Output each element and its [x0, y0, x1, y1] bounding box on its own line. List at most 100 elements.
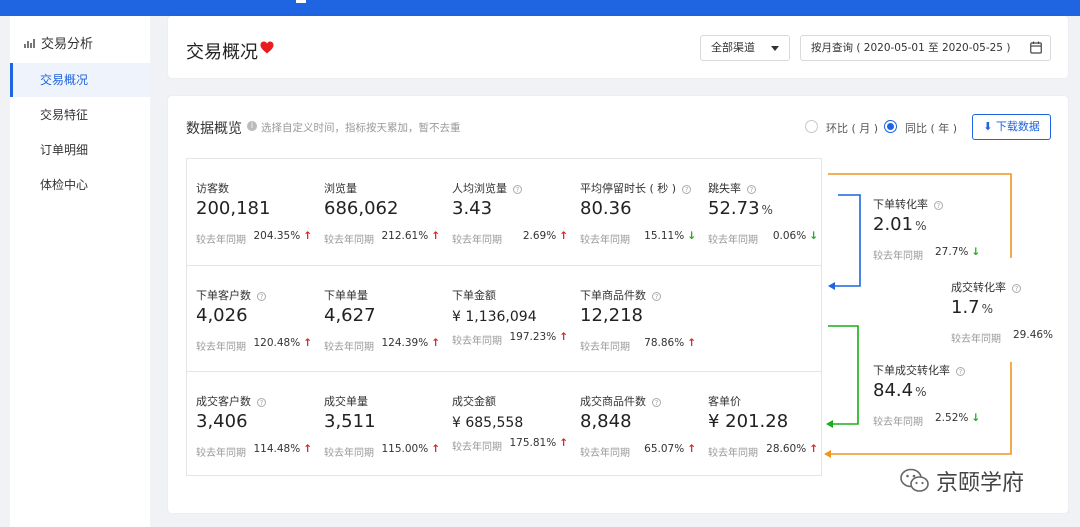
metric-compare-label: 较去年同期 — [196, 342, 246, 353]
sidebar-section-header[interactable]: 交易分析 — [24, 33, 93, 52]
metric-change: 175.81% ↑ — [509, 437, 568, 449]
metric-label: 成交商品件数? — [580, 393, 661, 409]
metric-change-value: 65.07% — [644, 443, 685, 455]
help-icon[interactable]: ? — [652, 398, 661, 407]
metric-value: 12,218 — [580, 305, 643, 326]
metric-change: 29.46% — [1013, 329, 1054, 341]
metric-compare-label: 较去年同期 — [580, 448, 630, 459]
metric-value: ¥ 685,558 — [452, 415, 524, 431]
metric-change-value: 120.48% — [253, 337, 301, 349]
header-card: 交易概况 全部渠道 按月查询 ( 2020-05-01 至 2020-05-25… — [168, 16, 1068, 78]
help-icon[interactable]: ? — [747, 185, 756, 194]
metric-label: 下单转化率? — [873, 196, 943, 212]
metric-change-value: 27.7% — [935, 246, 969, 258]
metric-compare-label: 较去年同期 — [708, 448, 758, 459]
sidebar-item-order-details[interactable]: 订单明细 — [10, 133, 150, 167]
sidebar-item-label: 交易概况 — [40, 73, 89, 87]
metric-compare-label: 较去年同期 — [873, 251, 923, 262]
download-button-label: 下载数据 — [995, 120, 1040, 133]
help-icon[interactable]: ? — [652, 292, 661, 301]
radio-month-over-month[interactable] — [805, 120, 818, 133]
sidebar-item-health-check[interactable]: 体检中心 — [10, 168, 150, 202]
sidebar-item-trade-features[interactable]: 交易特征 — [10, 98, 150, 132]
metric-compare-label: 较去年同期 — [452, 336, 502, 347]
metric-label: 浏览量 — [324, 182, 357, 195]
help-icon[interactable]: ? — [257, 398, 266, 407]
metric-change-value: 212.61% — [381, 230, 429, 242]
radio-year-over-year[interactable] — [884, 120, 897, 133]
metric-label: 成交客户数? — [196, 393, 266, 409]
metric-deal-customers: 成交客户数? 3,406 较去年同期 114.48% ↑ — [187, 372, 315, 477]
help-icon[interactable]: ? — [1012, 284, 1021, 293]
metric-label: 下单商品件数? — [580, 287, 661, 303]
metric-change: 2.52% ↓ — [935, 412, 980, 424]
arrow-up-icon: ↑ — [809, 443, 818, 455]
metric-compare-label: 较去年同期 — [951, 334, 1001, 345]
metric-compare-label: 较去年同期 — [580, 342, 630, 353]
metric-avg-stay-duration: 平均停留时长 ( 秒 )? 80.36 较去年同期 15.11% ↓ — [571, 159, 699, 264]
arrow-up-icon: ↑ — [303, 443, 312, 455]
arrow-up-icon: ↑ — [431, 230, 440, 242]
metric-value: 4,026 — [196, 305, 248, 326]
arrow-up-icon: ↑ — [559, 437, 568, 449]
metric-label: 人均浏览量? — [452, 180, 522, 196]
metric-avg-order-value: 客单价 ¥ 201.28 较去年同期 28.60% ↑ — [699, 372, 821, 477]
metric-label: 访客数 — [196, 182, 229, 195]
metric-change-value: 15.11% — [644, 230, 685, 242]
help-icon[interactable]: ? — [513, 185, 522, 194]
metric-change: 78.86% ↑ — [644, 337, 696, 349]
metric-change: 115.00% ↑ — [381, 443, 440, 455]
metric-value: 52.73% — [708, 198, 773, 219]
sidebar-section-title: 交易分析 — [41, 37, 94, 52]
metric-compare-label: 较去年同期 — [196, 448, 246, 459]
metric-label-text: 成交客户数 — [196, 395, 251, 408]
arrow-up-icon: ↑ — [431, 337, 440, 349]
metric-deal-count: 成交单量 3,511 较去年同期 115.00% ↑ — [315, 372, 443, 477]
metric-label-text: 跳失率 — [708, 182, 741, 195]
metric-unit: % — [981, 302, 994, 316]
info-icon[interactable]: i — [247, 121, 257, 131]
metric-change-value: 115.00% — [381, 443, 429, 455]
help-icon[interactable]: ? — [934, 201, 943, 210]
metric-compare-label: 较去年同期 — [324, 235, 374, 246]
metric-visitors: 访客数 200,181 较去年同期 204.35% ↑ — [187, 159, 315, 264]
radio-year-over-year-label[interactable]: 同比 ( 年 ) — [905, 120, 957, 136]
help-icon[interactable]: ? — [257, 292, 266, 301]
metric-label: 平均停留时长 ( 秒 )? — [580, 180, 692, 196]
metric-value: 3,511 — [324, 411, 376, 432]
arrow-up-icon: ↑ — [303, 230, 312, 242]
metric-unit: % — [761, 203, 773, 217]
metric-order-items: 下单商品件数? 12,218 较去年同期 78.86% ↑ — [571, 266, 699, 371]
date-range-picker[interactable]: 按月查询 ( 2020-05-01 至 2020-05-25 ) — [800, 35, 1051, 61]
metric-change: 65.07% ↑ — [644, 443, 696, 455]
metric-compare-label: 较去年同期 — [196, 235, 246, 246]
metric-value-number: 84.4 — [873, 380, 914, 401]
help-icon[interactable]: ? — [956, 367, 965, 376]
arrow-up-icon: ↑ — [559, 230, 568, 242]
channel-select[interactable]: 全部渠道 — [700, 35, 790, 61]
data-overview-card: 数据概览 i 选择自定义时间，指标按天累加，暂不去重 环比 ( 月 ) 同比 (… — [168, 96, 1068, 513]
sidebar-item-label: 体检中心 — [40, 178, 89, 192]
metric-label-text: 成交转化率 — [951, 281, 1006, 294]
metric-change-value: 114.48% — [253, 443, 301, 455]
metric-label: 下单单量 — [324, 289, 368, 302]
arrow-up-icon: ↑ — [303, 337, 312, 349]
download-data-button[interactable]: ⬇ 下载数据 — [972, 114, 1051, 140]
metric-change: 212.61% ↑ — [381, 230, 440, 242]
metric-label-text: 下单成交转化率 — [873, 364, 950, 377]
metric-order-conversion-rate: 下单转化率? 2.01% 较去年同期 27.7% ↓ — [873, 196, 1003, 266]
section-hint: 选择自定义时间，指标按天累加，暂不去重 — [261, 122, 461, 134]
arrow-down-icon: ↓ — [809, 230, 818, 242]
metric-label: 客单价 — [708, 395, 741, 408]
metric-compare-label: 较去年同期 — [452, 442, 502, 453]
metric-change-value: 78.86% — [644, 337, 685, 349]
metric-compare-label: 较去年同期 — [452, 235, 502, 246]
caret-down-icon — [771, 46, 779, 51]
metric-change: 120.48% ↑ — [253, 337, 312, 349]
metric-change: 124.39% ↑ — [381, 337, 440, 349]
radio-month-over-month-label[interactable]: 环比 ( 月 ) — [826, 120, 878, 136]
sidebar-item-trade-overview[interactable]: 交易概况 — [10, 63, 150, 97]
help-icon[interactable]: ? — [682, 185, 692, 194]
metric-change-value: 2.69% — [522, 230, 557, 242]
metric-value: 686,062 — [324, 198, 399, 219]
